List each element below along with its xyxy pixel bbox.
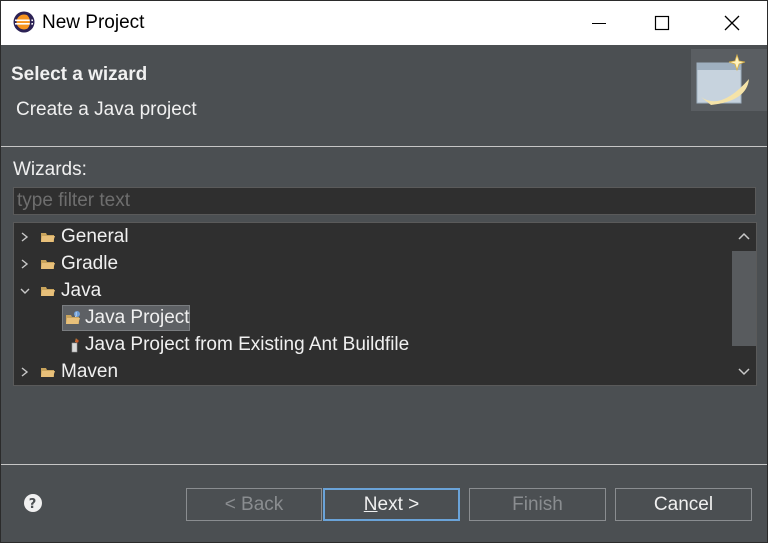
new-project-dialog: New Project Select a wizard Create a Jav… bbox=[0, 0, 768, 543]
close-icon bbox=[724, 15, 740, 31]
scroll-up-icon[interactable] bbox=[732, 224, 756, 248]
next-button[interactable]: Next > bbox=[323, 488, 460, 521]
finish-button[interactable]: Finish bbox=[469, 488, 606, 521]
cancel-button[interactable]: Cancel bbox=[615, 488, 752, 521]
wizard-banner: Select a wizard Create a Java project bbox=[1, 45, 767, 145]
back-button[interactable]: < Back bbox=[186, 488, 322, 521]
tree-item-label: Java bbox=[61, 280, 102, 301]
chevron-down-icon[interactable] bbox=[18, 282, 32, 300]
chevron-right-icon[interactable] bbox=[18, 228, 32, 246]
minimize-button[interactable] bbox=[564, 1, 634, 45]
next-mnemonic: N bbox=[363, 493, 378, 515]
tree-item-java[interactable]: Java bbox=[14, 278, 730, 305]
java-project-icon: J bbox=[66, 311, 80, 324]
minimize-icon bbox=[592, 23, 606, 24]
folder-icon bbox=[41, 368, 55, 377]
filter-input[interactable] bbox=[13, 187, 756, 215]
header-separator bbox=[1, 146, 767, 147]
maximize-icon bbox=[654, 15, 670, 31]
back-button-label: < Back bbox=[224, 493, 284, 515]
svg-text:?: ? bbox=[29, 497, 37, 512]
scroll-thumb[interactable] bbox=[732, 251, 756, 346]
tree-item-label: Java Project bbox=[85, 307, 190, 328]
footer-separator bbox=[1, 464, 767, 465]
chevron-right-icon[interactable] bbox=[18, 255, 32, 273]
banner-heading: Select a wizard bbox=[11, 64, 148, 85]
chevron-right-icon[interactable] bbox=[18, 363, 32, 381]
wizards-label: Wizards: bbox=[13, 159, 87, 180]
folder-icon bbox=[41, 233, 55, 242]
cancel-button-label: Cancel bbox=[653, 493, 714, 515]
tree-item-maven[interactable]: Maven bbox=[14, 359, 730, 385]
tree-item-gradle[interactable]: Gradle bbox=[14, 251, 730, 278]
title-bar: New Project bbox=[1, 1, 767, 45]
ant-buildfile-icon bbox=[71, 338, 79, 353]
eclipse-icon bbox=[13, 11, 35, 33]
banner-description: Create a Java project bbox=[16, 99, 197, 120]
close-button[interactable] bbox=[697, 1, 767, 45]
next-button-label: ext > bbox=[377, 493, 420, 515]
window-title: New Project bbox=[42, 12, 145, 33]
tree-item-label: Maven bbox=[61, 361, 119, 382]
help-icon[interactable]: ? bbox=[23, 493, 43, 513]
svg-text:J: J bbox=[74, 312, 76, 318]
wizard-tree[interactable]: General Gradle Java J Java Project Java … bbox=[13, 222, 757, 386]
tree-scrollbar[interactable] bbox=[732, 224, 756, 384]
tree-item-general[interactable]: General bbox=[14, 224, 730, 251]
tree-item-label: Gradle bbox=[61, 253, 119, 274]
tree-item-java-project-from-ant[interactable]: Java Project from Existing Ant Buildfile bbox=[14, 332, 730, 359]
finish-button-label: Finish bbox=[512, 493, 563, 515]
folder-open-icon bbox=[41, 287, 55, 296]
tree-item-label: Java Project from Existing Ant Buildfile bbox=[85, 334, 410, 355]
folder-icon bbox=[41, 260, 55, 269]
tree-item-java-project[interactable]: J Java Project bbox=[14, 305, 730, 332]
new-wizard-banner-icon bbox=[691, 49, 767, 111]
maximize-button[interactable] bbox=[627, 1, 697, 45]
scroll-down-icon[interactable] bbox=[732, 360, 756, 384]
tree-item-label: General bbox=[61, 226, 129, 247]
